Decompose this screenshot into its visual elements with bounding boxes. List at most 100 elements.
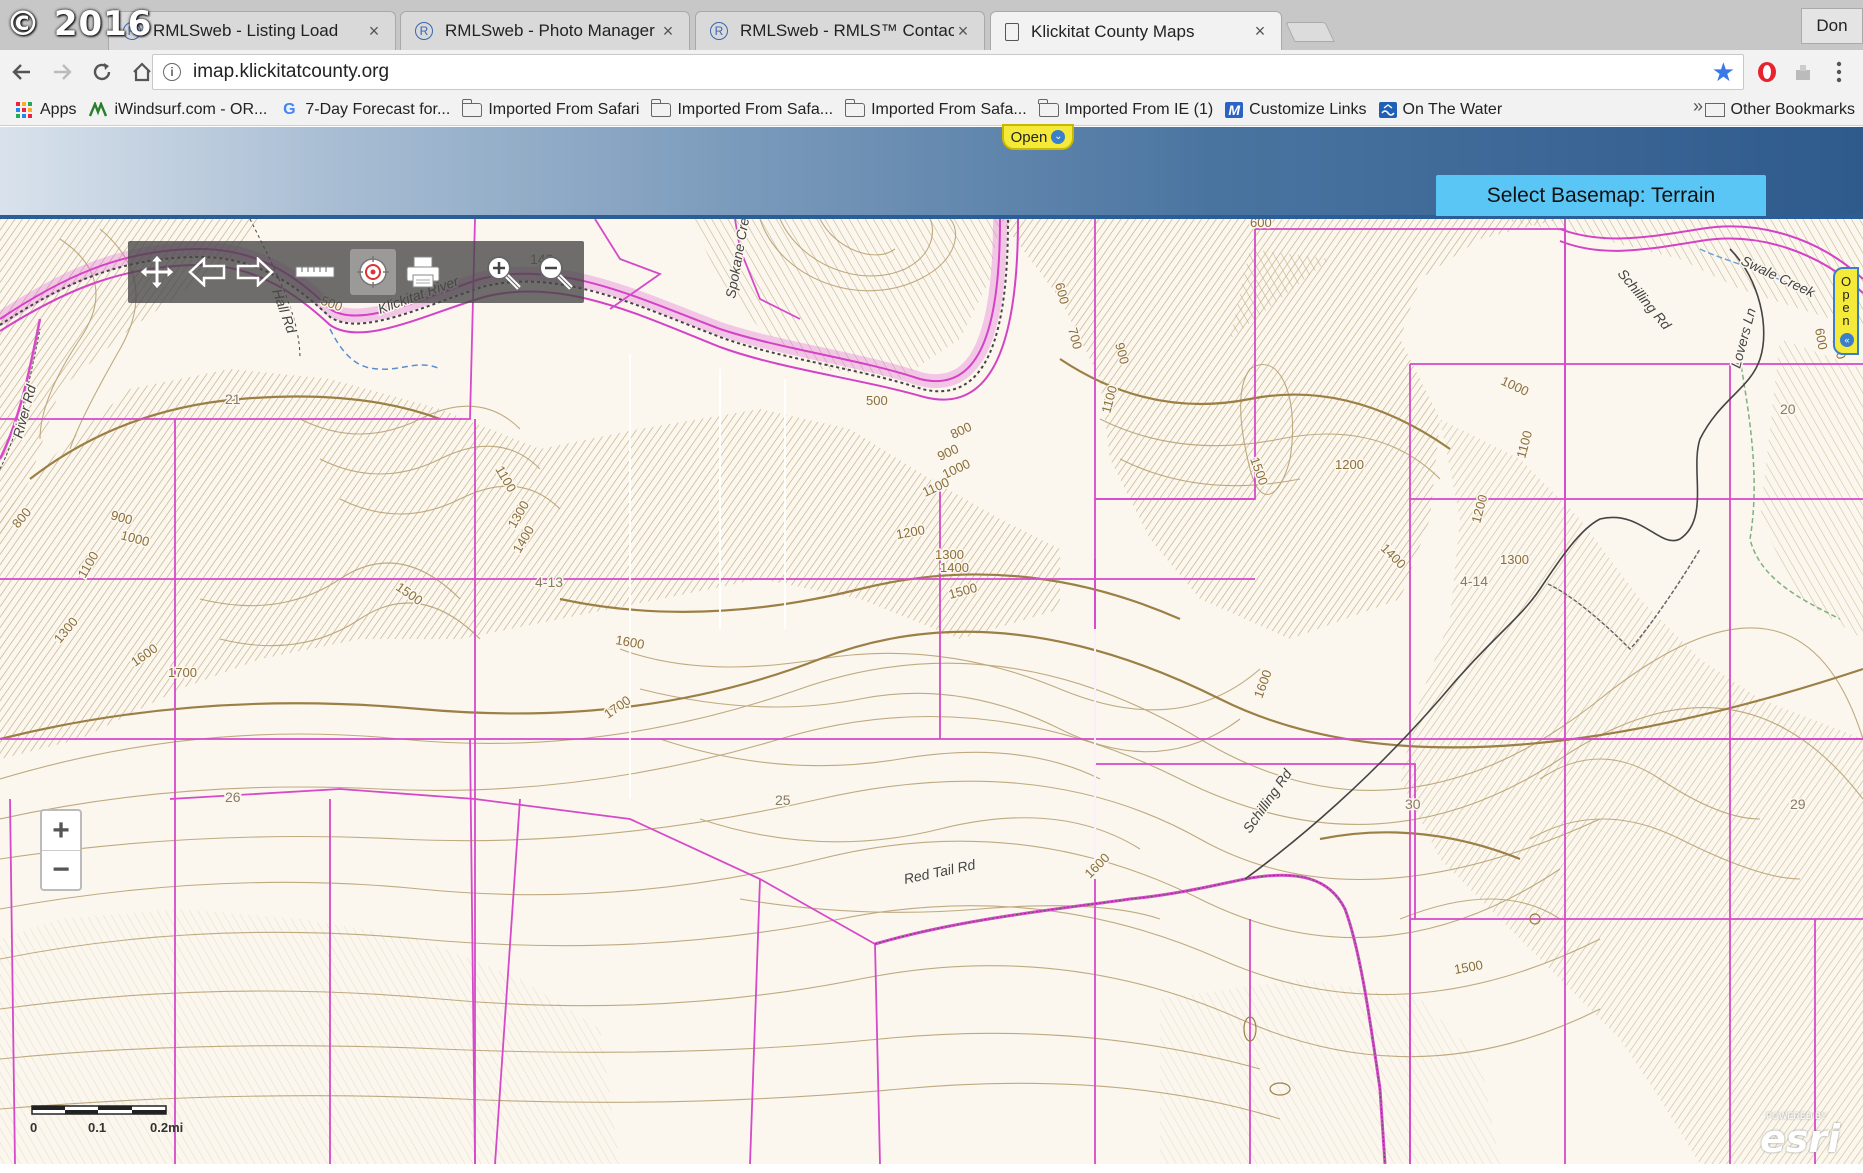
extension-button[interactable]	[1790, 58, 1816, 86]
esri-logo: esri	[1760, 1117, 1841, 1161]
topographic-basemap: 5005006006007009008009001000110011001500…	[0, 219, 1863, 1164]
tab-title: Klickitat County Maps	[1031, 21, 1195, 41]
esri-attribution: POWERED BY esri	[1760, 1111, 1841, 1161]
contour-label: 500	[866, 393, 888, 408]
bookmark-customize-links[interactable]: M Customize Links	[1225, 101, 1367, 119]
profile-button[interactable]: Don	[1801, 8, 1863, 44]
contour-label: 1100	[1513, 429, 1535, 460]
contour-label: 600	[1812, 327, 1831, 351]
pan-button[interactable]	[134, 249, 180, 295]
on-the-water-icon	[1378, 101, 1397, 118]
folder-icon	[650, 98, 672, 117]
map-toolbar	[128, 241, 584, 303]
bookmark-iwindsurf[interactable]: iWindsurf.com - OR...	[88, 101, 267, 119]
contour-label: 800	[948, 419, 974, 442]
reload-button[interactable]	[84, 54, 120, 90]
print-button[interactable]	[400, 249, 446, 295]
tab-photo-manager[interactable]: R RMLSweb - Photo Manager ×	[400, 11, 690, 50]
contour-label: 1500	[1453, 957, 1484, 977]
road-label: Schilling Rd	[1239, 765, 1295, 836]
zoom-in-tool-button[interactable]	[480, 249, 526, 295]
close-tab-icon[interactable]: ×	[365, 21, 383, 42]
back-button[interactable]	[4, 54, 40, 90]
chevron-left-icon: «	[1840, 333, 1854, 347]
folder-icon	[1704, 103, 1725, 117]
forward-button[interactable]	[44, 54, 80, 90]
reload-icon	[93, 63, 111, 81]
browser-tab-strip: © 2016 R RMLSweb - Listing Load × R RMLS…	[0, 0, 1863, 51]
bookmarks-overflow-chevron[interactable]: »	[1693, 96, 1703, 117]
section-label: 4-14	[1460, 573, 1488, 589]
info-icon[interactable]: i	[163, 63, 181, 81]
back-arrow-icon	[188, 257, 226, 287]
print-icon	[406, 256, 440, 288]
select-basemap-button[interactable]: Select Basemap: Terrain	[1436, 175, 1766, 216]
measure-button[interactable]	[292, 249, 338, 295]
contour-label: 1400	[940, 560, 969, 575]
zoom-in-icon	[487, 256, 521, 290]
contour-label: 1200	[1335, 457, 1364, 472]
apps-grid-icon	[14, 101, 34, 118]
bookmark-folder-safari-2[interactable]: Imported From Safa...	[650, 98, 833, 119]
kebab-menu-icon	[1836, 61, 1842, 83]
close-tab-icon[interactable]: ×	[954, 21, 972, 42]
contour-label: 1600	[1082, 850, 1113, 881]
measure-icon	[295, 266, 335, 278]
scale-label-0: 0	[30, 1120, 38, 1135]
tab-rmls-contact[interactable]: R RMLSweb - RMLS™ Contact In ×	[695, 11, 985, 50]
opera-icon	[1758, 62, 1776, 82]
section-label: 25	[775, 792, 791, 808]
home-icon	[133, 62, 151, 82]
bookmark-star-icon[interactable]: ★	[1712, 57, 1735, 88]
map-canvas[interactable]: 500 500 600 600 700 900 800 900 1000 1100 1100 1500…	[0, 219, 1863, 1164]
bookmark-folder-safari-3[interactable]: Imported From Safa...	[844, 98, 1027, 119]
road-label: Red Tail Rd	[902, 856, 978, 887]
bookmark-folder-safari-1[interactable]: Imported From Safari	[461, 98, 639, 119]
close-tab-icon[interactable]: ×	[659, 21, 677, 42]
zoom-in-button[interactable]: +	[42, 811, 80, 850]
scale-label-1: 0.1	[88, 1120, 107, 1135]
zoom-out-tool-button[interactable]	[532, 249, 578, 295]
zoom-out-button[interactable]: −	[42, 850, 80, 889]
open-side-panel-button[interactable]: Open «	[1833, 267, 1859, 355]
section-label: 20	[1780, 401, 1796, 417]
folder-icon	[844, 98, 866, 117]
forward-arrow-icon	[236, 257, 274, 287]
chrome-menu-button[interactable]	[1826, 58, 1852, 86]
scale-label-2: 0.2mi	[150, 1120, 184, 1135]
bookmark-apps[interactable]: Apps	[14, 101, 76, 119]
road-label: Schilling Rd	[1615, 266, 1676, 334]
extension-icon	[1796, 65, 1810, 80]
bookmark-folder-ie[interactable]: Imported From IE (1)	[1038, 98, 1213, 119]
contour-label: 1700	[601, 693, 633, 722]
identify-icon	[357, 256, 389, 288]
previous-extent-button[interactable]	[184, 249, 230, 295]
opera-extension-button[interactable]	[1754, 58, 1780, 86]
document-icon	[1005, 22, 1019, 41]
section-label: 30	[1405, 796, 1421, 812]
url-text: imap.klickitatcounty.org	[193, 61, 390, 82]
contour-label: 1700	[168, 665, 197, 680]
close-tab-icon[interactable]: ×	[1251, 21, 1269, 42]
tab-title: RMLSweb - RMLS™ Contact In	[740, 21, 954, 40]
pan-icon	[139, 254, 175, 290]
new-tab-button[interactable]	[1285, 22, 1335, 42]
terrain-shading	[0, 219, 1863, 1164]
open-side-panel-label: Open	[1840, 274, 1852, 328]
tab-klickitat-county-maps[interactable]: Klickitat County Maps ×	[990, 11, 1282, 51]
bookmark-on-the-water[interactable]: On The Water	[1378, 101, 1502, 119]
open-header-panel-button[interactable]: Open ⌄	[1002, 124, 1074, 150]
scale-bar: 0 0.1 0.2mi	[30, 1104, 200, 1138]
bookmark-forecast[interactable]: G 7-Day Forecast for...	[279, 101, 450, 119]
other-bookmarks[interactable]: Other Bookmarks	[1704, 94, 1855, 126]
identify-button[interactable]	[350, 249, 396, 295]
bookmarks-bar: Apps iWindsurf.com - OR... G 7-Day Forec…	[0, 94, 1863, 126]
contour-label: 1000	[1499, 373, 1532, 399]
customize-links-icon: M	[1225, 101, 1244, 118]
road-label: Lovers Ln	[1727, 306, 1758, 370]
address-bar[interactable]: i imap.klickitatcounty.org ★	[152, 54, 1744, 90]
contour-label: 1600	[614, 632, 645, 652]
folder-icon	[461, 98, 483, 117]
next-extent-button[interactable]	[232, 249, 278, 295]
copyright-watermark: © 2016	[6, 4, 153, 44]
